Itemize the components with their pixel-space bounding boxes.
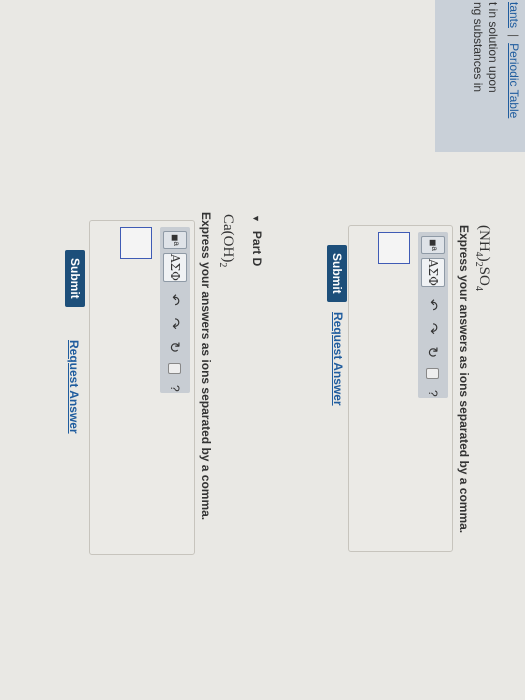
template-button[interactable]: ■ᵃ [163, 231, 187, 249]
periodic-table-link[interactable]: Periodic Table [507, 43, 521, 118]
keyboard-icon[interactable] [426, 368, 440, 379]
reference-links: tants | Periodic Table [507, 2, 521, 118]
intro-line-2: ng substances in [471, 2, 485, 93]
part-c-answer-input[interactable] [378, 232, 410, 264]
rotated-page: tants | Periodic Table t in solution upon … [0, 0, 525, 700]
link-separator: | [507, 34, 521, 38]
part-d-answer-box: ■ᵃ ΑΣΦ ↶ ↷ ↻ ? [89, 220, 195, 555]
part-c-request-answer-link[interactable]: Request Answer [331, 312, 345, 406]
collapse-caret-icon[interactable]: ▼ [251, 214, 261, 223]
part-d-formula-text: Ca(OH)2 [217, 214, 236, 268]
undo-icon[interactable]: ↶ [165, 294, 185, 306]
redo-icon[interactable]: ↷ [165, 318, 185, 330]
part-d-submit-button[interactable]: Submit [65, 250, 85, 307]
part-d-toolbar: ■ᵃ ΑΣΦ ↶ ↷ ↻ ? [160, 227, 190, 393]
redo-icon[interactable]: ↷ [423, 323, 443, 335]
part-c-toolbar: ■ᵃ ΑΣΦ ↶ ↷ ↻ ? [418, 232, 448, 398]
help-icon[interactable]: ? [423, 389, 443, 398]
part-c-formula: (NH4)2SO4 [473, 225, 492, 291]
template-button[interactable]: ■ᵃ [421, 236, 445, 254]
keyboard-icon[interactable] [168, 363, 182, 374]
intro-line-1: t in solution upon [486, 2, 500, 93]
part-d-heading[interactable]: ▼ Part D [250, 214, 264, 266]
constants-link[interactable]: tants [507, 2, 521, 28]
part-c-formula-text: (NH4)2SO4 [473, 225, 492, 291]
part-c-submit-button[interactable]: Submit [327, 245, 347, 302]
greek-symbols-button[interactable]: ΑΣΦ [163, 252, 187, 282]
reset-icon[interactable]: ↻ [423, 346, 443, 358]
part-d-instruction: Express your answers as ions separated b… [199, 212, 213, 521]
instructions-panel: tants | Periodic Table t in solution upon … [435, 0, 525, 152]
greek-symbols-button[interactable]: ΑΣΦ [421, 257, 445, 287]
part-c-instruction: Express your answers as ions separated b… [457, 225, 471, 534]
part-d-formula: Ca(OH)2 [217, 214, 236, 267]
intro-text: t in solution upon ng substances in [470, 2, 500, 93]
part-c-answer-box: ■ᵃ ΑΣΦ ↶ ↷ ↻ ? [348, 225, 453, 552]
part-d-heading-label: Part D [250, 230, 264, 267]
undo-icon[interactable]: ↶ [423, 299, 443, 311]
part-d-request-answer-link[interactable]: Request Answer [67, 340, 81, 434]
part-d-answer-input[interactable] [120, 227, 152, 259]
help-icon[interactable]: ? [165, 384, 185, 393]
reset-icon[interactable]: ↻ [165, 341, 185, 353]
